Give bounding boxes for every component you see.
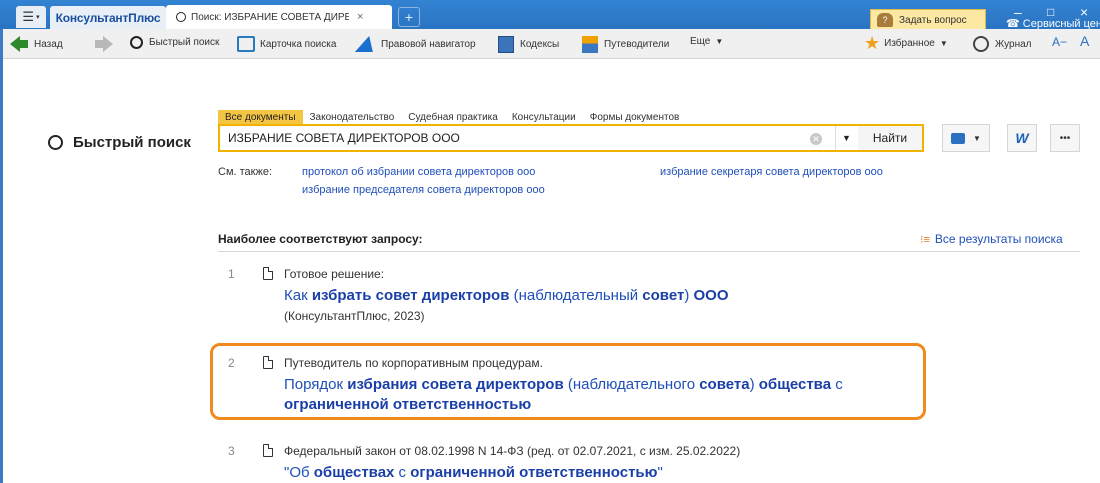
back-label: Назад bbox=[34, 38, 63, 50]
results-header: Наиболее соответствуют запросу: bbox=[218, 232, 423, 246]
result-number: 1 bbox=[228, 267, 235, 281]
more-menu-button[interactable]: Еще ▼ bbox=[690, 36, 723, 47]
search-icon bbox=[130, 36, 143, 49]
search-icon bbox=[48, 135, 63, 150]
see-also-link[interactable]: протокол об избрании совета директоров о… bbox=[302, 166, 535, 178]
title-match: избрать совет директоров bbox=[311, 287, 510, 304]
chevron-down-icon: ▼ bbox=[939, 38, 948, 48]
journal-label: Журнал bbox=[995, 38, 1032, 50]
chevron-down-icon: ▼ bbox=[842, 133, 851, 143]
title-text: ) bbox=[684, 287, 694, 304]
all-results-label: Все результаты поиска bbox=[934, 232, 1063, 246]
tab-court-practice[interactable]: Судебная практика bbox=[401, 110, 505, 125]
page-title-label: Быстрый поиск bbox=[73, 134, 191, 151]
main-menu-button[interactable]: ☰ ▾ bbox=[16, 6, 46, 28]
result-title-link[interactable]: Как избрать совет директоров (наблюдател… bbox=[284, 286, 729, 305]
search-box: ✕ ▼ bbox=[218, 124, 860, 152]
back-button[interactable]: Назад bbox=[10, 36, 63, 52]
all-results-link[interactable]: ⁝≡ Все результаты поиска bbox=[920, 232, 1063, 246]
tab-search[interactable]: Поиск: ИЗБРАНИЕ СОВЕТА ДИРЕКТОР × bbox=[166, 5, 392, 29]
quick-search-button[interactable]: Быстрый поиск bbox=[130, 36, 219, 49]
result-source: (КонсультантПлюс, 2023) bbox=[284, 309, 425, 323]
title-text: с bbox=[394, 464, 411, 481]
codes-button[interactable]: Кодексы bbox=[498, 36, 559, 53]
result-type: Готовое решение: bbox=[284, 267, 385, 281]
document-icon bbox=[263, 444, 273, 457]
more-options-button[interactable]: ••• bbox=[1050, 124, 1080, 152]
quick-search-label: Быстрый поиск bbox=[149, 37, 220, 48]
legal-navigator-button[interactable]: Правовой навигатор bbox=[354, 36, 476, 52]
journal-button[interactable]: Журнал bbox=[973, 36, 1032, 52]
title-match: обществах bbox=[313, 464, 395, 481]
see-also-label: См. также: bbox=[218, 166, 272, 178]
printer-icon bbox=[951, 132, 966, 144]
highlight-frame bbox=[210, 343, 926, 420]
codes-icon bbox=[498, 36, 514, 53]
forward-arrow-icon bbox=[95, 36, 113, 52]
tab-all-documents[interactable]: Все документы bbox=[218, 110, 303, 125]
more-label: Еще bbox=[690, 36, 711, 47]
result-title-link[interactable]: "Об обществах с ограниченной ответственн… bbox=[284, 463, 663, 482]
forward-button[interactable] bbox=[95, 36, 113, 52]
filter-tabs: Все документы Законодательство Судебная … bbox=[218, 110, 686, 125]
title-match: совет bbox=[642, 287, 685, 304]
page-title: Быстрый поиск bbox=[48, 134, 191, 151]
title-match: ограниченной ответственностью bbox=[410, 464, 658, 481]
main-toolbar: Назад Быстрый поиск Карточка поиска Прав… bbox=[0, 29, 1100, 59]
export-word-button[interactable]: W bbox=[1007, 124, 1037, 152]
guides-button[interactable]: Путеводители bbox=[582, 36, 669, 53]
result-number: 3 bbox=[228, 444, 235, 458]
title-text: (наблюдательный bbox=[509, 287, 643, 304]
see-also-link[interactable]: избрание секретаря совета директоров ооо bbox=[660, 166, 883, 178]
star-icon: ★ bbox=[864, 33, 881, 53]
navigator-icon bbox=[354, 36, 378, 52]
title-text: "Об bbox=[284, 464, 314, 481]
window-left-border bbox=[0, 29, 3, 483]
legal-navigator-label: Правовой навигатор bbox=[381, 38, 476, 50]
new-tab-button[interactable]: + bbox=[398, 7, 420, 27]
chevron-down-icon: ▼ bbox=[973, 133, 981, 143]
search-card-button[interactable]: Карточка поиска bbox=[237, 36, 336, 52]
signpost-icon bbox=[582, 36, 598, 53]
tab-document-forms[interactable]: Формы документов bbox=[583, 110, 687, 125]
clear-icon[interactable]: ✕ bbox=[810, 133, 822, 145]
search-icon bbox=[176, 12, 186, 22]
codes-label: Кодексы bbox=[520, 39, 560, 50]
chevron-down-icon: ▼ bbox=[715, 37, 724, 46]
result-type: Федеральный закон от 08.02.1998 N 14-ФЗ … bbox=[284, 444, 741, 458]
guides-label: Путеводители bbox=[604, 39, 670, 50]
history-icon bbox=[973, 36, 989, 52]
title-text: Как bbox=[284, 287, 312, 304]
print-button[interactable]: ▼ bbox=[942, 124, 990, 152]
favorites-button[interactable]: ★ Избранное ▼ bbox=[864, 34, 948, 52]
search-card-label: Карточка поиска bbox=[260, 38, 337, 50]
font-smaller-button[interactable]: A− bbox=[1052, 35, 1067, 49]
tab-search-label: Поиск: ИЗБРАНИЕ СОВЕТА ДИРЕКТОР bbox=[191, 11, 349, 23]
search-card-icon bbox=[237, 36, 255, 52]
back-arrow-icon bbox=[10, 36, 20, 52]
list-icon: ⁝≡ bbox=[920, 233, 930, 246]
title-text: " bbox=[657, 464, 663, 481]
ask-question-button[interactable]: ? Задать вопрос bbox=[870, 9, 986, 31]
ask-question-label: Задать вопрос bbox=[899, 14, 967, 26]
title-bar: ☰ ▾ КонсультантПлюс Поиск: ИЗБРАНИЕ СОВЕТ… bbox=[0, 0, 1100, 31]
search-input[interactable] bbox=[228, 131, 788, 145]
tab-app-home[interactable]: КонсультантПлюс bbox=[50, 6, 166, 29]
close-tab-icon[interactable]: × bbox=[357, 11, 363, 23]
tab-consultations[interactable]: Консультации bbox=[505, 110, 583, 125]
font-bigger-button[interactable]: A bbox=[1080, 33, 1089, 49]
find-button[interactable]: Найти bbox=[858, 124, 924, 152]
consultant-icon: ? bbox=[877, 13, 893, 27]
divider bbox=[218, 251, 1080, 252]
hamburger-icon: ☰ bbox=[22, 9, 35, 24]
see-also-link[interactable]: избрание председателя совета директоров … bbox=[302, 184, 545, 196]
favorites-label: Избранное bbox=[884, 37, 935, 49]
tab-legislation[interactable]: Законодательство bbox=[303, 110, 402, 125]
search-history-dropdown[interactable]: ▼ bbox=[835, 126, 857, 150]
title-match: ООО bbox=[693, 287, 729, 304]
document-icon bbox=[263, 267, 273, 280]
